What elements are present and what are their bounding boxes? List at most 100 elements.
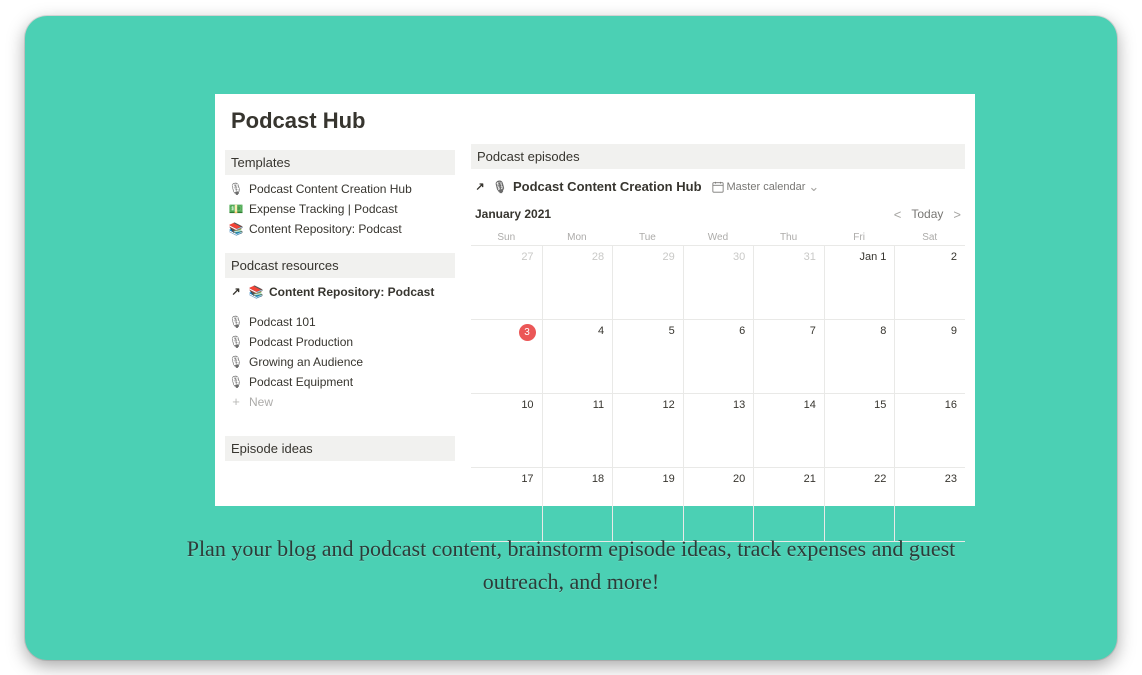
- calendar-cell[interactable]: 15: [824, 394, 895, 468]
- template-item-repository[interactable]: 📚 Content Repository: Podcast: [225, 219, 455, 239]
- resource-label: Growing an Audience: [249, 355, 363, 369]
- new-label: New: [249, 395, 273, 409]
- microphone-icon: 🎙: [229, 335, 243, 349]
- right-column: Podcast episodes ↗ 🎙 Podcast Content Cre…: [471, 144, 965, 542]
- calendar-date: 30: [733, 251, 745, 263]
- template-label: Expense Tracking | Podcast: [249, 202, 398, 216]
- linked-database-title[interactable]: ↗ 🎙 Podcast Content Creation Hub Master …: [471, 175, 965, 203]
- notion-app-window: Podcast Hub Templates 🎙 Podcast Content …: [215, 94, 975, 506]
- view-label: Master calendar: [727, 181, 806, 193]
- episodes-header: Podcast episodes: [471, 144, 965, 169]
- calendar-dow: Thu: [753, 228, 824, 245]
- calendar-cell[interactable]: 20: [683, 468, 754, 542]
- resource-item-101[interactable]: 🎙 Podcast 101: [225, 312, 455, 332]
- calendar-cell[interactable]: 23: [894, 468, 965, 542]
- calendar-cell[interactable]: 13: [683, 394, 754, 468]
- ideas-header: Episode ideas: [225, 436, 455, 461]
- today-button[interactable]: Today: [911, 207, 943, 221]
- calendar-date: Jan 1: [860, 251, 887, 263]
- calendar-cell[interactable]: 30: [683, 246, 754, 320]
- calendar-cell[interactable]: 2: [894, 246, 965, 320]
- calendar-cell[interactable]: 8: [824, 320, 895, 394]
- calendar-cell[interactable]: 22: [824, 468, 895, 542]
- chevron-down-icon: ⌄: [808, 179, 819, 195]
- next-month-button[interactable]: >: [953, 207, 961, 222]
- microphone-icon: 🎙: [229, 182, 243, 196]
- calendar-date: 22: [874, 473, 886, 485]
- calendar-cell[interactable]: 12: [612, 394, 683, 468]
- calendar-cell[interactable]: 9: [894, 320, 965, 394]
- calendar-dow: Fri: [824, 228, 895, 245]
- calendar-cell[interactable]: 16: [894, 394, 965, 468]
- calendar-date: 8: [880, 325, 886, 337]
- calendar-cell[interactable]: 7: [753, 320, 824, 394]
- resource-link-label: Content Repository: Podcast: [269, 285, 434, 299]
- calendar-date: 3: [519, 324, 536, 341]
- calendar-date: 31: [804, 251, 816, 263]
- page-title: Podcast Hub: [215, 94, 975, 144]
- calendar-cell[interactable]: 29: [612, 246, 683, 320]
- template-item-expense[interactable]: 💵 Expense Tracking | Podcast: [225, 199, 455, 219]
- calendar-date: 16: [945, 399, 957, 411]
- two-column-layout: Templates 🎙 Podcast Content Creation Hub…: [215, 144, 975, 542]
- calendar-dow: Tue: [612, 228, 683, 245]
- calendar-cell[interactable]: 3: [471, 320, 542, 394]
- resource-item-production[interactable]: 🎙 Podcast Production: [225, 332, 455, 352]
- prev-month-button[interactable]: <: [894, 207, 902, 222]
- calendar-date: 27: [521, 251, 533, 263]
- view-selector[interactable]: Master calendar ⌄: [712, 179, 820, 195]
- new-page-button[interactable]: + New: [225, 392, 455, 412]
- microphone-icon: 🎙: [229, 315, 243, 329]
- calendar-cell[interactable]: 31: [753, 246, 824, 320]
- plus-icon: +: [229, 395, 243, 409]
- calendar-cell[interactable]: 21: [753, 468, 824, 542]
- calendar-cell[interactable]: 19: [612, 468, 683, 542]
- calendar-cell[interactable]: 18: [542, 468, 613, 542]
- calendar-cell[interactable]: 14: [753, 394, 824, 468]
- calendar-header: January 2021 < Today >: [471, 203, 965, 228]
- left-column: Templates 🎙 Podcast Content Creation Hub…: [225, 144, 455, 542]
- calendar-cell[interactable]: 28: [542, 246, 613, 320]
- calendar-cell[interactable]: 4: [542, 320, 613, 394]
- link-arrow-icon: ↗: [473, 180, 487, 194]
- calendar-cell[interactable]: 11: [542, 394, 613, 468]
- calendar-date: 9: [951, 325, 957, 337]
- calendar-dow: Wed: [683, 228, 754, 245]
- calendar-date: 10: [521, 399, 533, 411]
- calendar-cell[interactable]: Jan 1: [824, 246, 895, 320]
- promo-caption: Plan your blog and podcast content, brai…: [25, 532, 1117, 598]
- calendar-date: 5: [669, 325, 675, 337]
- calendar-dow: Sat: [894, 228, 965, 245]
- books-icon: 📚: [249, 285, 263, 299]
- resource-link-repository[interactable]: ↗ 📚 Content Repository: Podcast: [225, 282, 455, 302]
- template-item-content-hub[interactable]: 🎙 Podcast Content Creation Hub: [225, 179, 455, 199]
- calendar-grid: 2728293031Jan 12345678910111213141516171…: [471, 245, 965, 542]
- resource-label: Podcast Equipment: [249, 375, 353, 389]
- templates-header: Templates: [225, 150, 455, 175]
- calendar-date: 11: [593, 399, 604, 411]
- resource-item-equipment[interactable]: 🎙 Podcast Equipment: [225, 372, 455, 392]
- calendar-cell[interactable]: 5: [612, 320, 683, 394]
- resource-label: Podcast Production: [249, 335, 353, 349]
- calendar-date: 7: [810, 325, 816, 337]
- calendar-date: 12: [662, 399, 674, 411]
- calendar-cell[interactable]: 27: [471, 246, 542, 320]
- calendar-dow-row: SunMonTueWedThuFriSat: [471, 228, 965, 245]
- calendar-date: 15: [874, 399, 886, 411]
- template-label: Content Repository: Podcast: [249, 222, 402, 236]
- calendar-cell[interactable]: 17: [471, 468, 542, 542]
- resource-label: Podcast 101: [249, 315, 316, 329]
- books-icon: 📚: [229, 222, 243, 236]
- calendar-icon: [712, 181, 724, 193]
- calendar-date: 20: [733, 473, 745, 485]
- calendar-cell[interactable]: 10: [471, 394, 542, 468]
- calendar-cell[interactable]: 6: [683, 320, 754, 394]
- resource-item-audience[interactable]: 🎙 Growing an Audience: [225, 352, 455, 372]
- template-label: Podcast Content Creation Hub: [249, 182, 412, 196]
- calendar-dow: Mon: [542, 228, 613, 245]
- calendar-date: 18: [592, 473, 604, 485]
- microphone-icon: 🎙: [229, 355, 243, 369]
- microphone-icon: 🎙: [229, 375, 243, 389]
- linked-db-label: Podcast Content Creation Hub: [513, 179, 702, 194]
- calendar-date: 6: [739, 325, 745, 337]
